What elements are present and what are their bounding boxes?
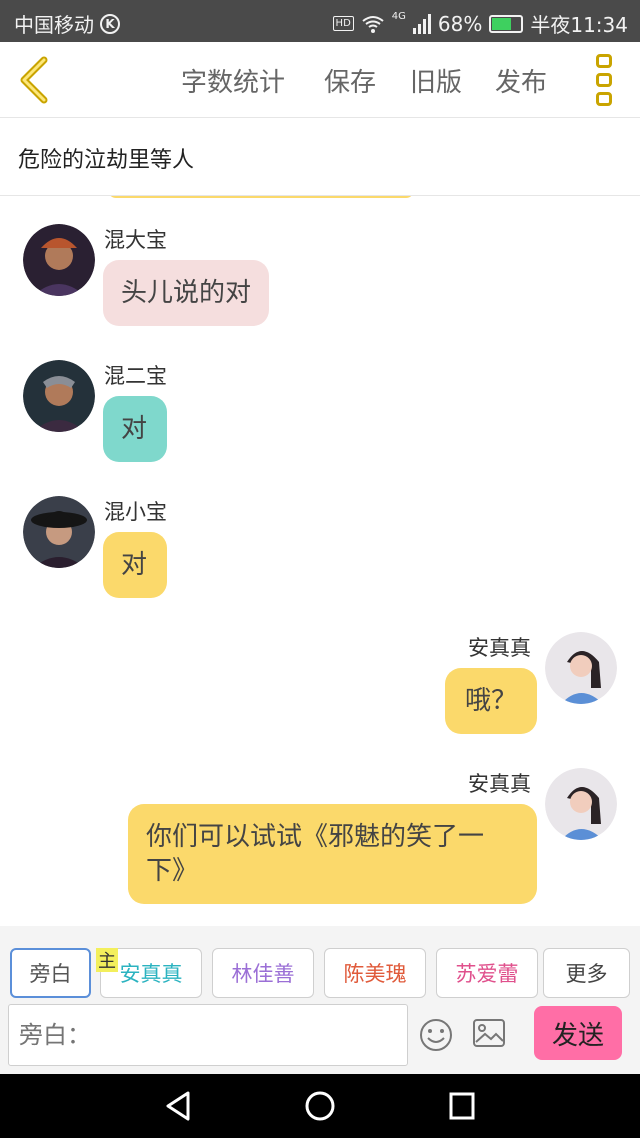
message-input[interactable] [8, 1004, 408, 1066]
more-roles-button[interactable]: 更多 [543, 948, 630, 998]
role-chip-chen-meigui[interactable]: 陈美瑰 [324, 948, 426, 998]
speaker-name: 混大宝 [104, 228, 167, 252]
main-role-badge: 主 [96, 948, 118, 972]
avatar[interactable] [23, 496, 95, 568]
word-count-button[interactable]: 字数统计 [181, 62, 285, 99]
story-title: 危险的泣劫里等人 [18, 148, 195, 173]
back-arrow-icon[interactable] [16, 56, 56, 104]
clock: 半夜11:34 [530, 13, 628, 37]
avatar[interactable] [23, 224, 95, 296]
role-chip-lin-jiashan[interactable]: 林佳善 [212, 948, 314, 998]
signal-icon [412, 13, 431, 34]
avatar[interactable] [23, 360, 95, 432]
nav-home-icon[interactable] [305, 1090, 335, 1122]
network-type: 4G [391, 11, 406, 22]
old-version-button[interactable]: 旧版 [410, 62, 462, 99]
wifi-icon [362, 15, 384, 33]
message-bubble[interactable]: 哦？ [445, 668, 537, 734]
nav-back-icon[interactable] [164, 1090, 192, 1122]
speaker-name: 混小宝 [104, 500, 167, 524]
save-button[interactable]: 保存 [324, 62, 376, 99]
message-bubble[interactable]: 对 [103, 532, 167, 598]
send-button[interactable]: 发送 [534, 1006, 622, 1060]
battery-icon [489, 14, 524, 33]
nav-recents-icon[interactable] [448, 1090, 476, 1122]
speaker-name: 安真真 [468, 636, 531, 660]
carrier-label: 中国移动 [14, 13, 94, 37]
system-navigation-bar [0, 1074, 640, 1138]
status-bar: 中国移动 K HD 4G 68% 半夜11:34 [0, 0, 640, 42]
publish-button[interactable]: 发布 [495, 62, 547, 99]
avatar[interactable] [545, 632, 617, 704]
emoji-icon[interactable] [419, 1018, 453, 1052]
composer: 发送 [0, 1002, 640, 1074]
chat-area[interactable]: 混大宝 头儿说的对 混二宝 对 混小宝 对 安真真 哦？ 安真真 你们可以试试《… [0, 196, 640, 926]
hd-icon: HD [332, 16, 354, 31]
story-title-bar[interactable]: 危险的泣劫里等人 [0, 118, 640, 196]
more-menu-icon[interactable] [594, 54, 614, 106]
message-bubble[interactable]: 你们可以试试《邪魅的笑了一下》 [128, 804, 537, 904]
k-badge-icon: K [100, 13, 120, 34]
speaker-name: 安真真 [468, 772, 531, 796]
battery-percent: 68% [437, 11, 483, 36]
message-bubble[interactable]: 头儿说的对 [103, 260, 270, 326]
previous-bubble-edge [108, 196, 414, 198]
image-icon[interactable] [472, 1018, 506, 1048]
role-chip-su-ailei[interactable]: 苏爱蕾 [436, 948, 538, 998]
top-toolbar: 字数统计 保存 旧版 发布 [0, 42, 640, 118]
message-bubble[interactable]: 对 [103, 396, 167, 462]
speaker-name: 混二宝 [104, 364, 167, 388]
role-chip-narration[interactable]: 旁白 [10, 948, 91, 998]
avatar[interactable] [545, 768, 617, 840]
